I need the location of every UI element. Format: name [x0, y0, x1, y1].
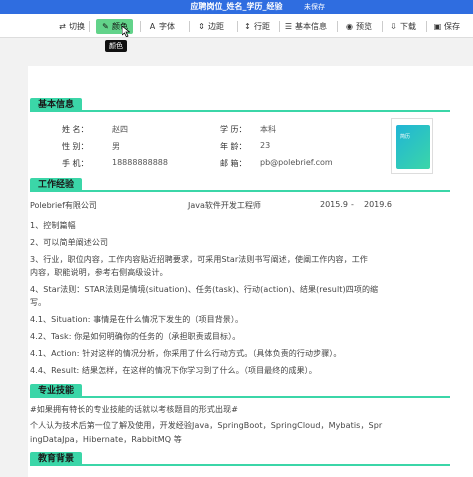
toolbar-divider	[89, 21, 90, 32]
line-spacing-icon: ↕	[244, 22, 251, 31]
email-label: 邮 箱：	[220, 159, 247, 168]
toolbar-divider	[279, 21, 280, 32]
photo-image: 简历	[396, 125, 430, 169]
section-title: 基本信息	[30, 98, 83, 112]
section-title: 教育背景	[30, 452, 83, 466]
basic-info-icon: ☰	[284, 22, 293, 31]
toolbar-divider	[426, 21, 427, 32]
skills-line: #如果拥有特长的专业技能的话就以考核题目的形式出现#	[30, 405, 239, 414]
toolbar-divider	[140, 21, 141, 32]
work-description-line: 4、Star法则：STAR法则是情境(situation)、任务(task)、行…	[30, 285, 379, 294]
font-icon: A	[149, 22, 156, 31]
toolbar-divider	[237, 21, 238, 32]
date-separator: -	[351, 200, 354, 209]
work-description-line: 2、可以简单阐述公司	[30, 238, 109, 247]
name-label: 姓 名：	[62, 125, 89, 134]
age-value[interactable]: 23	[260, 141, 270, 150]
email-value[interactable]: pb@polebrief.com	[260, 158, 333, 167]
save-status: 未保存	[304, 3, 325, 11]
margin-button[interactable]: ⇕ 边距	[197, 19, 224, 34]
skills-header[interactable]: 专业技能	[30, 384, 450, 398]
phone-label: 手 机：	[62, 159, 89, 168]
work-description-line: 4.4、Result: 结果怎样，在这样的情况下你学习到了什么。（项目最终的成果…	[30, 366, 317, 375]
education-header[interactable]: 教育背景	[30, 452, 450, 466]
font-button[interactable]: A 字体	[148, 19, 175, 34]
download-icon: ⇩	[390, 22, 397, 31]
toolbar-divider	[189, 21, 190, 32]
preview-button[interactable]: ◉ 预览	[345, 19, 372, 34]
color-tooltip: 颜色	[105, 40, 127, 52]
save-icon: ▣	[433, 22, 442, 31]
swap-icon: ⇄	[59, 22, 66, 31]
education-label: 学 历：	[220, 125, 247, 134]
preview-icon: ◉	[346, 22, 353, 31]
work-description-line: 4.1、Action: 针对这样的情况分析，你采用了什么行动方式。（具体负责的行…	[30, 349, 342, 358]
job-end-date[interactable]: 2019.6	[364, 200, 392, 209]
toolbar-divider	[337, 21, 338, 32]
work-description-line: 4.2、Task: 你是如何明确你的任务的（承担职责或目标）。	[30, 332, 241, 341]
basic-info-header[interactable]: 基本信息	[30, 98, 450, 112]
work-description-line: 4.1、Situation: 事情是在什么情况下发生的（项目背景）。	[30, 315, 244, 324]
skills-line: ingDataJpa，Hibernate，RabbitMQ 等	[30, 435, 182, 444]
basic-info-button[interactable]: ☰ 基本信息	[284, 19, 327, 34]
name-value[interactable]: 赵四	[112, 124, 128, 135]
brush-icon: ✎	[102, 22, 109, 31]
spacing-icon: ⇕	[198, 22, 205, 31]
skills-line: 个人认为技术后第一位了解及使用，开发经验Java，SpringBoot，Spri…	[30, 421, 383, 430]
phone-value[interactable]: 18888888888	[112, 158, 168, 167]
toolbar-divider	[382, 21, 383, 32]
save-button[interactable]: ▣ 保存	[433, 19, 460, 34]
age-label: 年 龄：	[220, 142, 247, 151]
line-spacing-button[interactable]: ↕ 行距	[243, 19, 270, 34]
title-bar: 应聘岗位_姓名_学历_经验 未保存	[0, 0, 473, 14]
switch-button[interactable]: ⇄ 切换	[58, 19, 85, 34]
education-value[interactable]: 本科	[260, 124, 276, 135]
document-title: 应聘岗位_姓名_学历_经验	[190, 2, 283, 11]
download-button[interactable]: ⇩ 下载	[389, 19, 416, 34]
section-title: 工作经验	[30, 178, 83, 192]
editor-toolbar: ⇄ 切换 ✎ 颜色 A 字体 ⇕ 边距 ↕ 行距 ☰ 基本信息 ◉ 预览 ⇩ 下载 ▣ 保存	[0, 14, 473, 38]
work-description-line: 写。	[30, 298, 47, 307]
work-description-line: 3、行业，职位内容，工作内容贴近招聘要求，可采用Star法则书写阐述，使阐工作内…	[30, 255, 368, 264]
job-start-date[interactable]: 2015.9	[320, 200, 348, 209]
gender-label: 性 别：	[62, 142, 89, 151]
job-position[interactable]: Java软件开发工程师	[188, 200, 261, 211]
gender-value[interactable]: 男	[112, 141, 120, 152]
avatar[interactable]: 简历	[391, 118, 433, 174]
company-name[interactable]: Polebrief有限公司	[30, 200, 97, 211]
section-title: 专业技能	[30, 384, 83, 398]
mouse-cursor-icon	[122, 26, 130, 37]
work-description-line: 1、控制篇幅	[30, 221, 76, 230]
work-description-line: 内容，职能说明，参考右侧高级设计。	[30, 268, 168, 277]
work-experience-header[interactable]: 工作经验	[30, 178, 450, 192]
